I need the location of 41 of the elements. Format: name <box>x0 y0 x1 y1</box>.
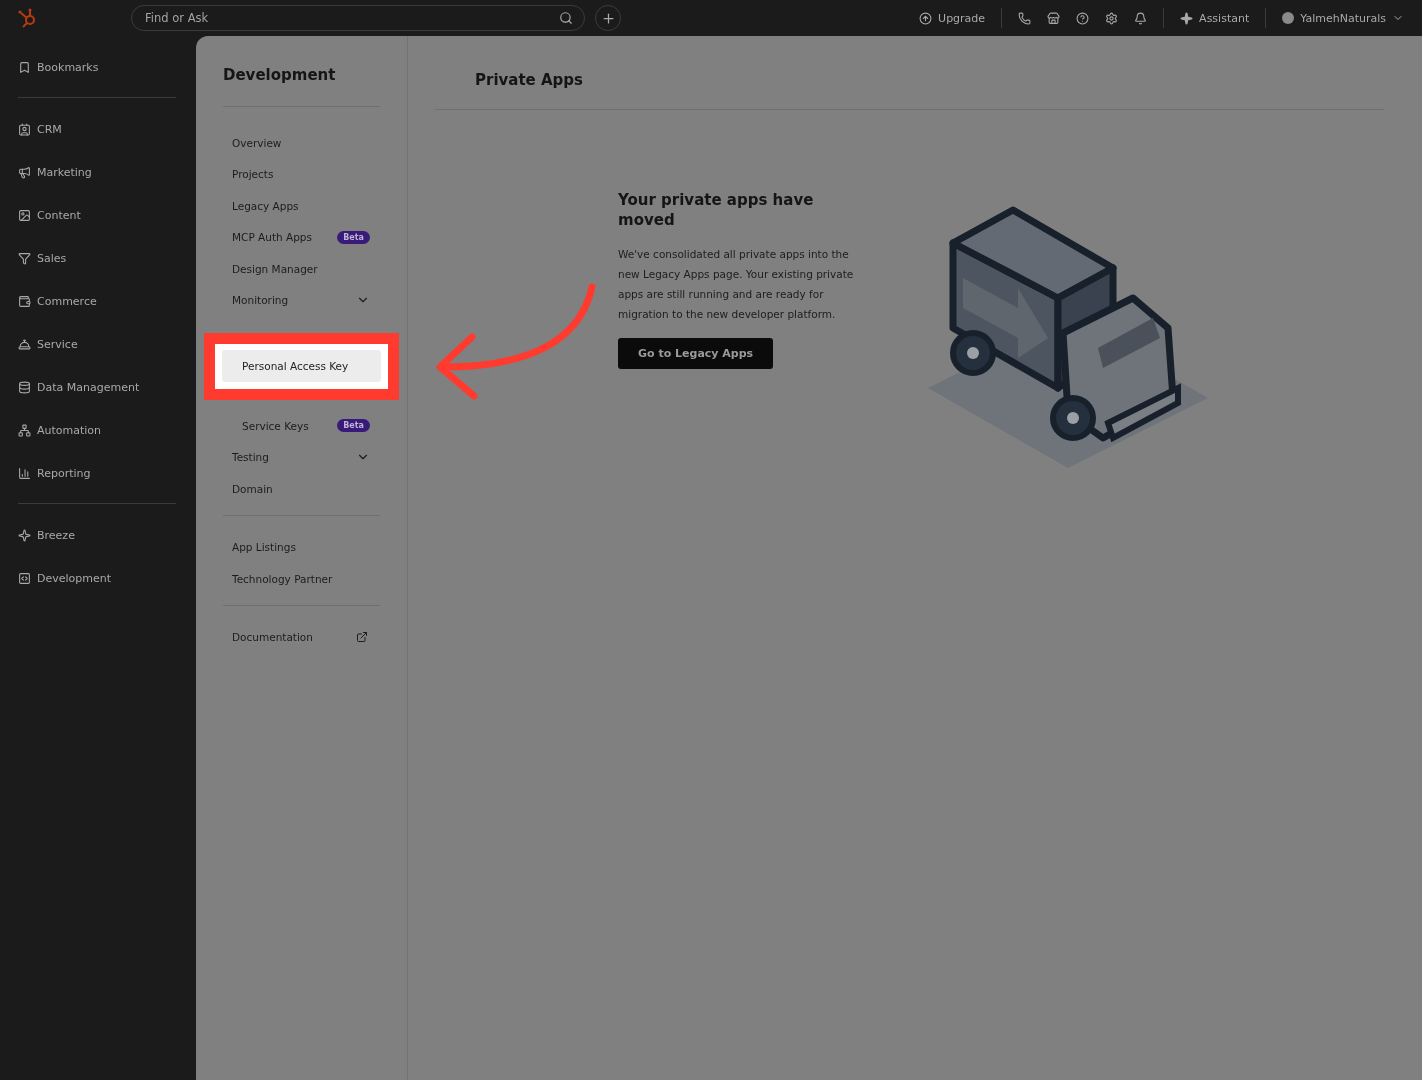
beta-badge: Beta <box>337 230 370 244</box>
empty-state-title: Your private apps have moved <box>618 190 815 230</box>
sidebar-item[interactable]: MCP Auth Apps Beta <box>223 221 380 253</box>
bookmark-icon <box>18 61 31 74</box>
page-title: Private Apps <box>435 36 1384 110</box>
nav-item[interactable]: Content <box>18 194 176 237</box>
sidebar-item[interactable]: Monitoring <box>223 284 380 316</box>
nav-item[interactable]: Automation <box>18 409 176 452</box>
upgrade-button[interactable]: Upgrade <box>911 11 994 25</box>
assistant-button[interactable]: Assistant <box>1172 11 1258 25</box>
search-icon <box>559 11 573 25</box>
beta-badge: Beta <box>337 419 370 433</box>
sidebar-item[interactable]: Projects <box>223 158 380 190</box>
legacy-apps-button[interactable]: Go to Legacy Apps <box>618 338 774 369</box>
account-menu[interactable]: YalmehNaturals <box>1274 11 1412 25</box>
sidebar-item[interactable]: Overview <box>223 127 380 159</box>
nav-item[interactable]: Bookmarks <box>18 46 176 89</box>
nav-item[interactable]: Commerce <box>18 280 176 323</box>
nav-item[interactable]: Development <box>18 557 176 600</box>
sparkle-icon <box>1180 11 1194 25</box>
nav-item[interactable]: Breeze <box>18 514 176 557</box>
sidebar-item[interactable]: Service Keys Beta <box>223 410 380 442</box>
nav-item[interactable]: CRM <box>18 108 176 151</box>
plus-icon <box>600 10 616 26</box>
search-field[interactable]: Find or Ask <box>131 5 585 31</box>
sidebar-item[interactable]: Technology Partner <box>223 563 380 595</box>
sidebar-item[interactable]: App Listings <box>223 531 380 563</box>
nav-item[interactable]: Data Management <box>18 366 176 409</box>
sidebar-item[interactable]: Documentation <box>223 621 380 653</box>
sidebar-item[interactable]: Domain <box>223 473 380 505</box>
sidebar-item[interactable]: Design Manager <box>223 253 380 285</box>
nav-item[interactable]: Marketing <box>18 151 176 194</box>
nav-item[interactable]: Reporting <box>18 452 176 495</box>
sidebar-item[interactable]: Testing <box>223 441 380 473</box>
sidebar-item[interactable]: Personal Access Key <box>222 350 381 382</box>
nav-item[interactable]: Service <box>18 323 176 366</box>
nav-item[interactable]: Sales <box>18 237 176 280</box>
arrow-up-icon <box>919 11 933 25</box>
sidebar-item[interactable]: Legacy Apps <box>223 190 380 222</box>
empty-state-text: We've consolidated all private apps into the new Legacy Apps page. Your existing private apps are still running and are ready for migration to the new developer platform. <box>618 247 855 322</box>
sidebar-title: Development <box>223 66 380 107</box>
